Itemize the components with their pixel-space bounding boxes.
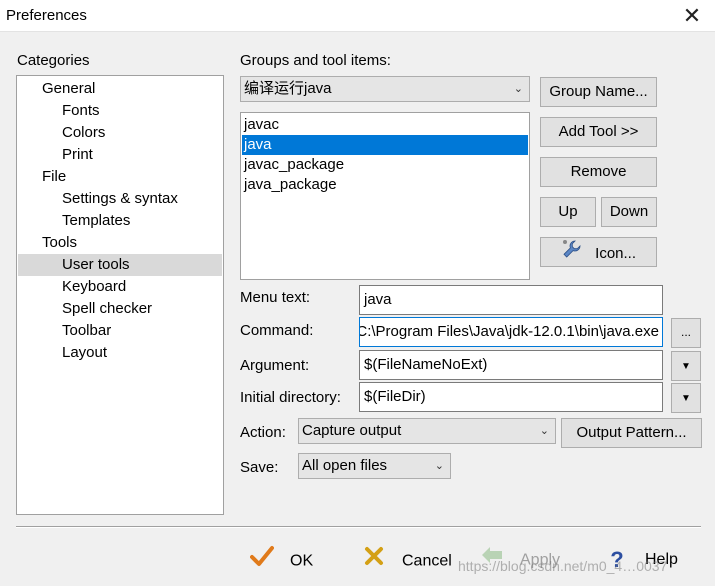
command-value: C:\Program Files\Java\jdk-12.0.1\bin\jav…	[359, 323, 659, 340]
tool-list[interactable]: javac java javac_package java_package	[240, 112, 530, 280]
triangle-down-icon: ▼	[681, 361, 691, 372]
chevron-down-icon: ⌄	[434, 460, 444, 472]
group-select-value: 编译运行java	[244, 80, 332, 97]
wrench-icon	[561, 238, 583, 270]
initial-directory-field[interactable]: $(FileDir)	[359, 382, 663, 412]
footer-separator	[16, 526, 701, 528]
icon-button-label: Icon...	[595, 244, 637, 262]
icon-button[interactable]: Icon...	[540, 237, 657, 267]
window-title: Preferences	[6, 7, 87, 24]
cancel-label: Cancel	[402, 552, 452, 570]
category-item[interactable]: Colors	[62, 122, 105, 144]
initial-directory-label: Initial directory:	[240, 389, 341, 406]
categories-tree[interactable]: General Fonts Colors Print File Settings & sy…	[16, 75, 224, 515]
cross-icon	[360, 545, 388, 578]
category-item[interactable]: Templates	[62, 210, 130, 232]
argument-label: Argument:	[240, 357, 310, 374]
group-name-button[interactable]: Group Name...	[540, 77, 657, 107]
checkmark-icon	[248, 545, 276, 578]
tool-list-item[interactable]: javac_package	[242, 155, 528, 175]
add-tool-button[interactable]: Add Tool >>	[540, 117, 657, 147]
tool-list-item[interactable]: java_package	[242, 175, 528, 195]
chevron-down-icon: ⌄	[539, 425, 549, 437]
menu-text-label: Menu text:	[240, 289, 311, 306]
menu-text-field[interactable]: java	[359, 285, 663, 315]
category-item[interactable]: Fonts	[62, 100, 100, 122]
category-item[interactable]: Tools	[42, 232, 77, 254]
browse-command-button[interactable]: ...	[671, 318, 701, 348]
category-item[interactable]: General	[42, 78, 95, 100]
action-select-value: Capture output	[302, 422, 402, 439]
tool-list-item[interactable]: javac	[242, 115, 528, 135]
category-item[interactable]: Print	[62, 144, 93, 166]
initial-directory-menu-button[interactable]: ▼	[671, 383, 701, 413]
tool-list-item[interactable]: java	[242, 135, 528, 155]
command-label: Command:	[240, 322, 314, 339]
ok-button[interactable]: OK	[248, 545, 313, 575]
save-select-value: All open files	[302, 457, 388, 474]
triangle-down-icon: ▼	[681, 393, 691, 404]
output-pattern-button[interactable]: Output Pattern...	[561, 418, 702, 448]
category-item[interactable]: Layout	[62, 342, 107, 364]
save-label: Save:	[240, 459, 279, 476]
category-item[interactable]: Keyboard	[62, 276, 126, 298]
command-field[interactable]: C:\Program Files\Java\jdk-12.0.1\bin\jav…	[359, 317, 663, 347]
down-button[interactable]: Down	[601, 197, 657, 227]
groups-label: Groups and tool items:	[240, 52, 391, 69]
up-button[interactable]: Up	[540, 197, 596, 227]
action-select[interactable]: Capture output ⌄	[298, 418, 556, 444]
category-item[interactable]: Spell checker	[62, 298, 152, 320]
group-select[interactable]: 编译运行java ⌄	[240, 76, 530, 102]
watermark: https://blog.csdn.net/m0_4…0037	[458, 558, 668, 574]
category-item[interactable]: Toolbar	[62, 320, 111, 342]
categories-label: Categories	[17, 52, 90, 69]
save-select[interactable]: All open files ⌄	[298, 453, 451, 479]
category-item[interactable]: User tools	[18, 254, 222, 276]
ok-label: OK	[290, 552, 314, 570]
category-item[interactable]: Settings & syntax	[62, 188, 178, 210]
argument-field[interactable]: $(FileNameNoExt)	[359, 350, 663, 380]
chevron-down-icon: ⌄	[513, 83, 523, 95]
remove-button[interactable]: Remove	[540, 157, 657, 187]
close-icon[interactable]: ✕	[669, 0, 715, 32]
argument-menu-button[interactable]: ▼	[671, 351, 701, 381]
action-label: Action:	[240, 424, 286, 441]
category-item[interactable]: File	[42, 166, 66, 188]
cancel-button[interactable]: Cancel	[360, 545, 452, 575]
title-bar: Preferences ✕	[0, 0, 715, 32]
